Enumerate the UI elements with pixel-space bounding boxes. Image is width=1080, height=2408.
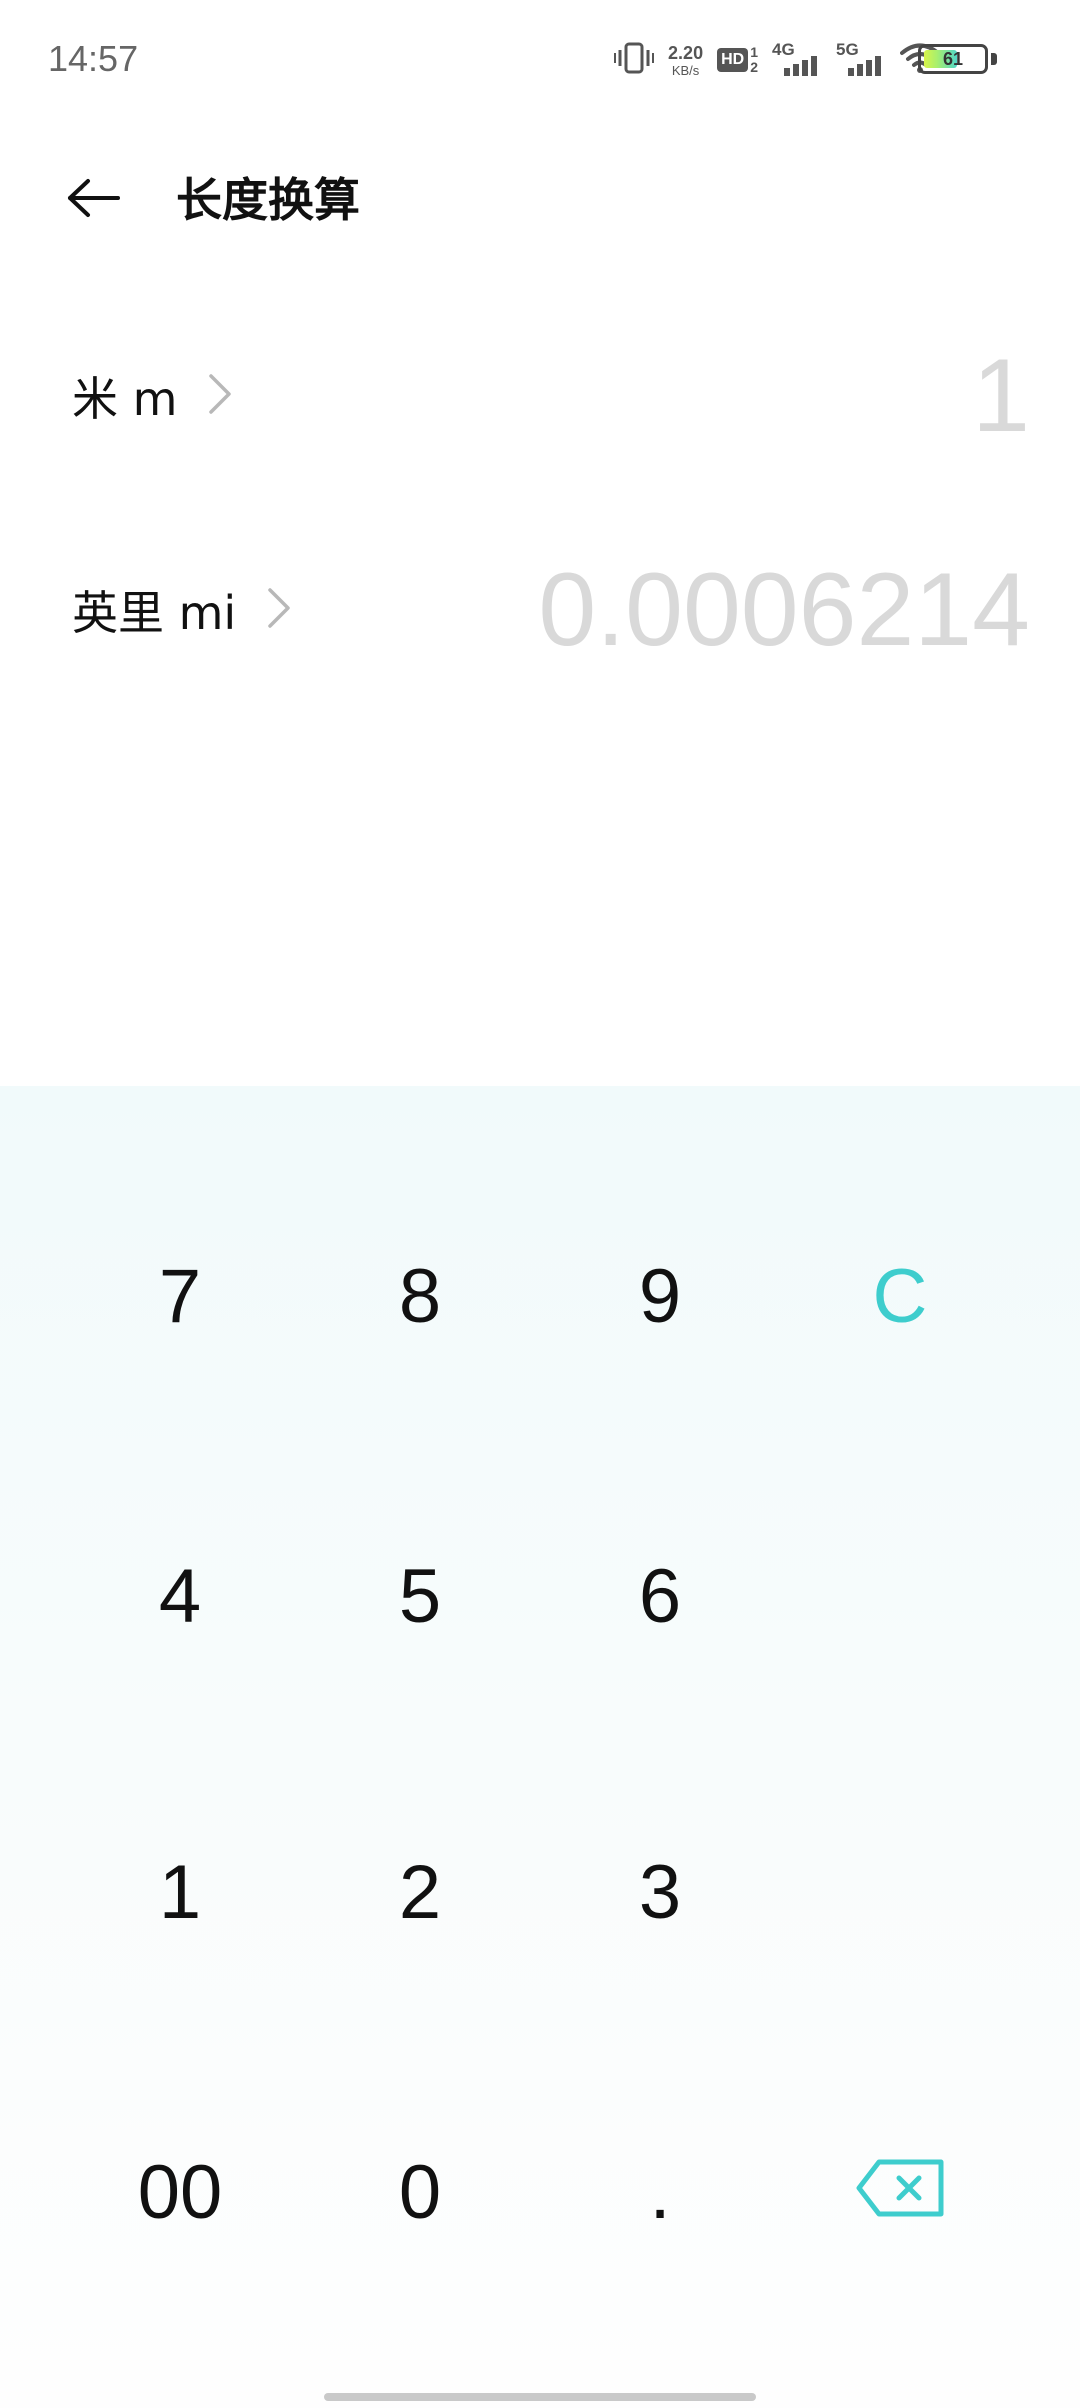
signal-4g-icon: 4G — [772, 40, 822, 80]
status-time: 14:57 — [48, 38, 139, 79]
network-speed-value: 2.20 — [668, 42, 704, 63]
backspace-button[interactable] — [780, 2092, 1020, 2292]
target-unit-selector[interactable]: 英里 mi — [72, 570, 292, 650]
chevron-right-icon — [207, 372, 233, 420]
header: 长度换算 — [0, 150, 1080, 250]
chevron-right-icon — [266, 586, 292, 634]
key-3[interactable]: 3 — [540, 1792, 780, 1992]
key-decimal[interactable]: . — [540, 2092, 780, 2292]
keypad: 7 8 9 C 4 5 6 1 2 3 00 0 . — [0, 1086, 1080, 2408]
page-title: 长度换算 — [176, 173, 360, 227]
source-unit-label: 米 m — [72, 372, 178, 426]
key-6[interactable]: 6 — [540, 1496, 780, 1696]
backspace-icon — [855, 2149, 945, 2236]
hd-sims: 1 2 — [750, 45, 758, 75]
key-4[interactable]: 4 — [60, 1496, 300, 1696]
source-value[interactable]: 1 — [972, 326, 1030, 466]
target-unit-row: 英里 mi 0.0006214 — [0, 540, 1080, 680]
battery-body: 61 — [918, 44, 988, 74]
source-unit-selector[interactable]: 米 m — [72, 356, 233, 436]
network-speed-unit: KB/s — [671, 62, 700, 78]
status-icons: 2.20 KB/s HD 1 2 4G 5G — [614, 36, 940, 84]
network-speed: 2.20 KB/s — [668, 44, 703, 77]
status-bar: 14:57 2.20 KB/s HD 1 2 4G 5G 61 — [0, 0, 1080, 120]
source-unit-row: 米 m 1 — [0, 326, 1080, 466]
hd-label: HD — [717, 48, 749, 72]
battery-cap — [991, 53, 997, 65]
key-7[interactable]: 7 — [60, 1196, 300, 1396]
battery-icon: 61 — [918, 44, 997, 74]
key-00[interactable]: 00 — [60, 2092, 300, 2292]
hd-voice-icon: HD 1 2 — [717, 45, 758, 75]
target-value[interactable]: 0.0006214 — [538, 540, 1030, 680]
arrow-left-icon — [66, 178, 122, 222]
home-indicator[interactable] — [324, 2393, 756, 2401]
key-0[interactable]: 0 — [300, 2092, 540, 2292]
key-2[interactable]: 2 — [300, 1792, 540, 1992]
vibrate-icon — [614, 41, 655, 79]
clear-button[interactable]: C — [780, 1196, 1020, 1396]
key-9[interactable]: 9 — [540, 1196, 780, 1396]
key-8[interactable]: 8 — [300, 1196, 540, 1396]
key-1[interactable]: 1 — [60, 1792, 300, 1992]
target-unit-label: 英里 mi — [72, 586, 237, 640]
hd-sim-top: 1 — [750, 44, 758, 60]
hd-sim-bottom: 2 — [750, 59, 758, 75]
key-5[interactable]: 5 — [300, 1496, 540, 1696]
battery-level: 61 — [942, 48, 964, 69]
signal-5g-icon: 5G — [836, 40, 886, 80]
back-button[interactable] — [56, 170, 132, 230]
